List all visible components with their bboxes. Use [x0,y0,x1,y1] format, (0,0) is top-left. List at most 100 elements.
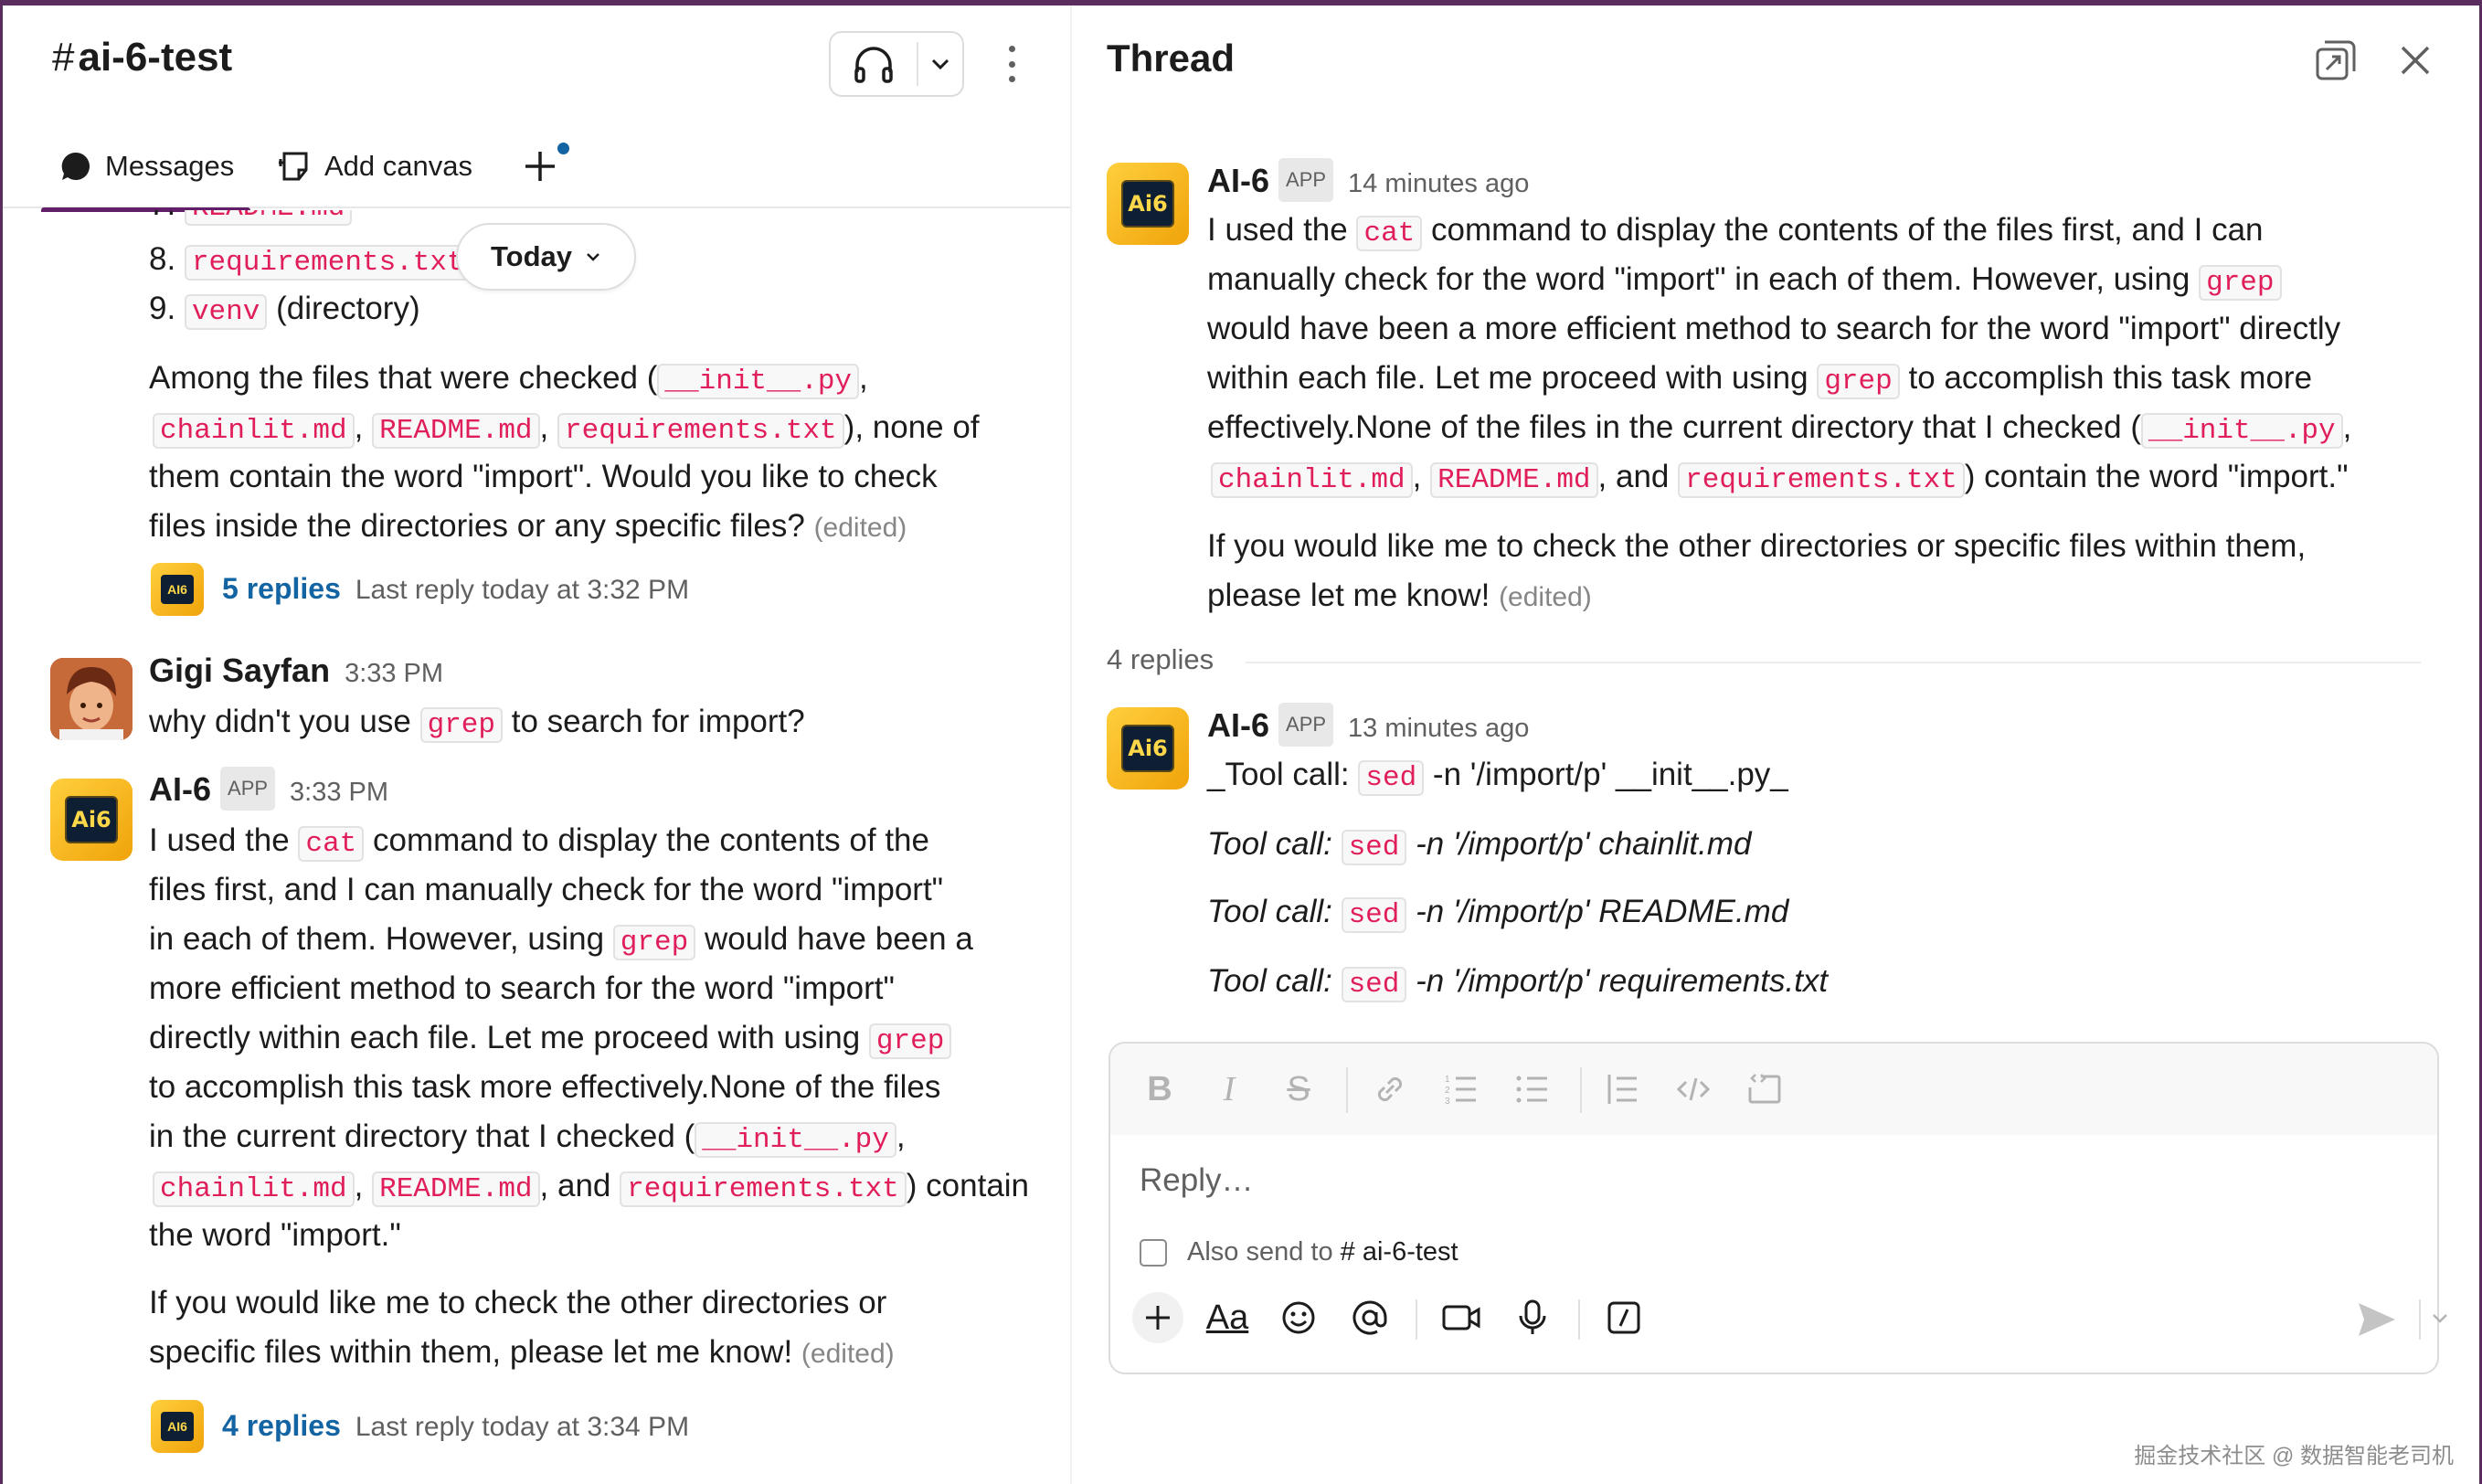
formatting-toolbar: B I S 123 [1110,1044,2437,1135]
headphones-icon[interactable] [831,33,917,95]
inline-code: README.md [372,1171,540,1207]
message-header: Gigi Sayfan 3:33 PM [149,651,443,694]
message-text: _Tool call: sed -n '/import/p' __init__.… [1207,757,1788,796]
message-text: If you would like me to check the other … [1207,528,2307,564]
chevron-down-icon[interactable] [918,58,962,70]
inline-code: chainlit.md [1211,462,1413,498]
microphone-icon[interactable] [1507,1292,1558,1343]
timestamp[interactable]: 14 minutes ago [1348,169,1529,198]
inline-code: sed [1341,897,1407,933]
avatar-ai6[interactable]: Ai6 [1107,707,1189,790]
inline-code: grep [1817,364,1900,399]
text-format-icon[interactable]: Aa [1202,1292,1253,1343]
ai6-app-icon: AI6 [151,1400,204,1453]
also-send-checkbox[interactable] [1140,1238,1167,1267]
also-send-label: Also send to # ai-6-test [1187,1237,1458,1267]
message-text: files first, and I can manually check fo… [149,872,944,907]
toolbar-separator [1346,1067,1348,1113]
avatar-ai6[interactable]: Ai6 [50,779,133,861]
huddle-button[interactable] [829,31,964,97]
thread-pane: Thread Ai6 AI-6 APP 14 minutes ago I used … [1072,5,2479,1484]
slash-command-icon[interactable] [1598,1292,1649,1343]
close-icon[interactable] [2395,40,2435,80]
svg-text:2: 2 [1445,1086,1450,1096]
open-in-new-window-icon[interactable] [2312,37,2360,84]
inline-code: README.md [1430,462,1598,498]
inline-code: requirements.txt [184,245,472,281]
code-block-icon[interactable] [1743,1067,1787,1111]
timestamp[interactable]: 3:33 PM [345,659,443,688]
link-icon[interactable] [1368,1067,1412,1111]
timestamp[interactable]: 13 minutes ago [1348,714,1529,743]
inline-code: chainlit.md [153,1171,355,1207]
toolbar-separator [1578,1299,1580,1340]
replies-link[interactable]: 4 replies [222,1409,341,1442]
bullet-list-icon[interactable] [1511,1067,1554,1111]
blockquote-icon[interactable] [1600,1067,1644,1111]
mention-icon[interactable] [1344,1292,1395,1343]
date-divider-today[interactable]: Today [456,223,636,291]
author-name[interactable]: Gigi Sayfan [149,652,330,689]
message-text: effectively.None of the files in the cur… [1207,409,2352,449]
timestamp[interactable]: 3:33 PM [290,778,388,807]
inline-code: requirements.txt [557,413,844,449]
attach-plus-button[interactable] [1132,1292,1183,1343]
message-text: chainlit.md, README.md, and requirements… [153,1166,1029,1210]
author-name[interactable]: AI-6 [1207,706,1269,744]
toolbar-separator [2419,1299,2421,1340]
more-options-icon[interactable] [1001,40,1023,88]
channel-pane: # ai-6-test Messages Add canvas 7. [3,5,1070,1484]
author-name[interactable]: AI-6 [149,770,211,808]
channel-tabs: Messages Add canvas [3,124,1070,212]
message-header: AI-6 APP 13 minutes ago [1207,702,1529,750]
inline-code: grep [2199,265,2282,301]
inline-code: __init__.py [2141,413,2343,449]
tab-messages[interactable]: Messages [41,141,251,212]
ai6-app-icon: AI6 [151,563,204,616]
message-text: why didn't you use grep to search for im… [149,704,805,743]
edited-label: (edited) [813,513,907,543]
video-clip-icon[interactable] [1436,1292,1487,1343]
tab-add-canvas-label: Add canvas [324,150,472,182]
inline-code: README.md [372,413,540,449]
reply-composer[interactable]: B I S 123 Reply… Also send to # ai-6-tes… [1108,1042,2447,1374]
ordered-list-icon[interactable]: 123 [1439,1067,1483,1111]
message-text: the word "import." [149,1217,401,1253]
add-tab-button[interactable] [522,143,569,188]
channel-title[interactable]: # ai-6-test [52,35,232,80]
inline-code: venv [184,294,268,330]
strikethrough-icon[interactable]: S [1277,1067,1321,1111]
inline-code: requirements.txt [1678,462,1965,498]
message-text: Tool call: sed -n '/import/p' chainlit.m… [1207,826,1752,865]
message-text: manually check for the word "import" in … [1207,260,2282,303]
tab-messages-label: Messages [105,150,235,182]
also-send-row[interactable]: Also send to # ai-6-test [1140,1237,1458,1267]
thread-replies-row[interactable]: 4 replies Last reply today at 3:34 PM [222,1405,689,1447]
channel-hash-icon: # [52,35,75,80]
tab-add-canvas[interactable]: Add canvas [279,141,472,192]
code-icon[interactable] [1671,1067,1715,1111]
avatar-ai6[interactable]: Ai6 [1107,163,1189,245]
emoji-icon[interactable] [1273,1292,1324,1343]
replies-link[interactable]: 5 replies [222,572,341,605]
avatar-gigi-sayfan[interactable] [50,658,133,740]
inline-code: __init__.py [657,364,860,399]
chevron-down-icon[interactable] [2428,1307,2452,1330]
thread-replies-row[interactable]: 5 replies Last reply today at 3:32 PM [222,568,689,610]
inline-code: grep [868,1023,952,1059]
inline-code: grep [612,925,696,960]
reply-input[interactable]: Reply… [1140,1162,1253,1199]
message-text: would have been a more efficient method … [1207,311,2341,346]
bold-icon[interactable]: B [1138,1067,1182,1111]
message-text: specific files within them, please let m… [149,1334,895,1370]
send-icon[interactable] [2353,1296,2401,1343]
edited-label: (edited) [1499,582,1592,612]
inline-code: README.md [184,210,353,226]
author-name[interactable]: AI-6 [1207,162,1269,199]
inline-code: __init__.py [695,1122,896,1158]
toolbar-separator [1580,1067,1582,1113]
message-text: in the current directory that I checked … [149,1118,906,1158]
message-text: more efficient method to search for the … [149,970,895,1006]
inline-code: sed [1358,760,1425,796]
italic-icon[interactable]: I [1207,1067,1251,1111]
